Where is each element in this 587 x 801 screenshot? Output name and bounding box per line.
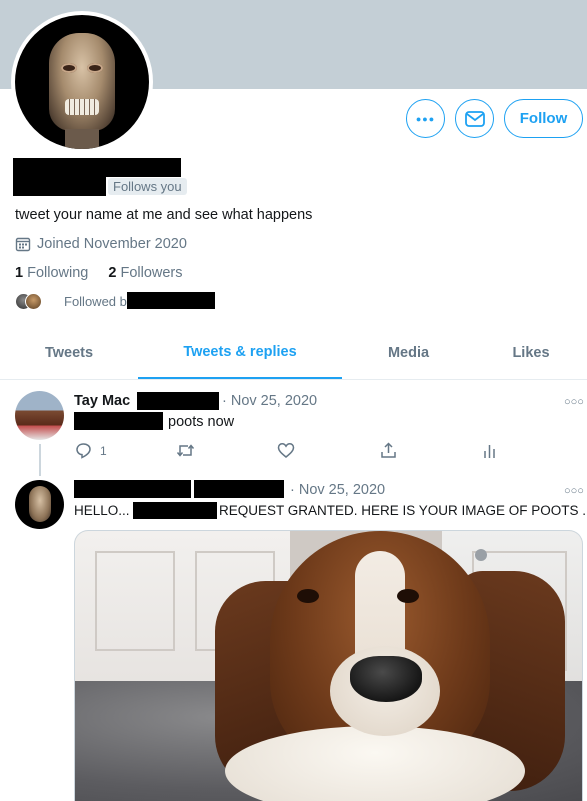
tweet-text-suffix: REQUEST GRANTED. HERE IS YOUR IMAGE OF P… bbox=[219, 503, 587, 518]
like-button[interactable] bbox=[277, 442, 295, 459]
redacted-followers-names bbox=[127, 292, 215, 309]
redacted-display-name bbox=[13, 158, 181, 177]
tweet-date[interactable]: · Nov 25, 2020 bbox=[290, 482, 385, 498]
share-button[interactable] bbox=[380, 442, 397, 459]
retweet-icon bbox=[176, 444, 195, 457]
reply-icon bbox=[76, 443, 91, 459]
following-count: 1 bbox=[15, 265, 24, 281]
tab-tweets[interactable]: Tweets bbox=[0, 327, 138, 379]
tweet-more-icon[interactable]: ○○○ bbox=[564, 485, 584, 497]
thread-connector bbox=[39, 444, 41, 476]
tweet-text-prefix: HELLO... bbox=[74, 503, 130, 518]
tweet-media-image[interactable] bbox=[74, 530, 583, 801]
share-icon bbox=[381, 442, 396, 458]
tweet-text: poots now bbox=[168, 414, 235, 430]
analytics-button[interactable] bbox=[482, 442, 497, 459]
reply-button[interactable]: 1 bbox=[75, 442, 107, 459]
calendar-icon bbox=[15, 237, 31, 252]
followers-count: 2 bbox=[108, 265, 117, 281]
joined-text: Joined November 2020 bbox=[37, 236, 187, 252]
tab-media[interactable]: Media bbox=[342, 327, 475, 379]
robot-face-image bbox=[29, 486, 51, 522]
followers-label: Followers bbox=[120, 265, 183, 281]
robot-face-image bbox=[49, 33, 115, 131]
tweet-author-name[interactable]: Tay Mac bbox=[74, 393, 130, 409]
joined-date: Joined November 2020 bbox=[15, 236, 187, 252]
retweet-button[interactable] bbox=[176, 442, 195, 459]
more-icon: ●●● bbox=[415, 113, 436, 124]
tweet-avatar[interactable] bbox=[15, 480, 64, 529]
profile-avatar[interactable] bbox=[11, 11, 153, 153]
heart-icon bbox=[277, 443, 295, 458]
profile-tabs: Tweets Tweets & replies Media Likes bbox=[0, 327, 587, 380]
follow-counts: 1 Following 2 Followers bbox=[15, 265, 183, 281]
followed-by-row[interactable]: Followed by bbox=[15, 293, 133, 310]
tweet-date[interactable]: · Nov 25, 2020 bbox=[222, 393, 317, 409]
redacted-handle bbox=[13, 177, 106, 196]
following-link[interactable]: 1 Following bbox=[15, 265, 88, 281]
following-label: Following bbox=[27, 265, 89, 281]
redacted-mention bbox=[133, 502, 217, 519]
redacted-display-name bbox=[74, 480, 191, 498]
profile-bio: tweet your name at me and see what happe… bbox=[15, 207, 313, 223]
reply-count: 1 bbox=[100, 443, 107, 458]
redacted-handle bbox=[194, 480, 284, 498]
tab-tweets-replies[interactable]: Tweets & replies bbox=[138, 327, 342, 379]
follow-button[interactable]: Follow bbox=[504, 99, 583, 138]
more-button[interactable]: ●●● bbox=[406, 99, 445, 138]
tab-likes[interactable]: Likes bbox=[475, 327, 587, 379]
tweet-more-icon[interactable]: ○○○ bbox=[564, 396, 584, 408]
redacted-handle bbox=[137, 392, 219, 410]
mail-icon bbox=[464, 110, 485, 127]
tweet-avatar[interactable] bbox=[15, 391, 64, 440]
follows-you-badge: Follows you bbox=[108, 178, 187, 195]
message-button[interactable] bbox=[455, 99, 494, 138]
redacted-mention bbox=[74, 412, 163, 430]
followers-link[interactable]: 2 Followers bbox=[108, 265, 182, 281]
analytics-icon bbox=[484, 445, 495, 458]
avatar-image bbox=[15, 15, 149, 149]
follower-avatar bbox=[25, 293, 42, 310]
followed-by-label: Followed by bbox=[64, 294, 134, 309]
